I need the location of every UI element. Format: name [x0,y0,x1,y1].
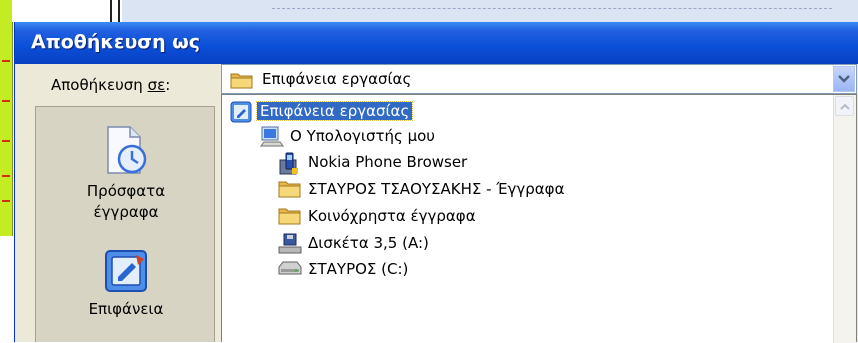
list-item-label: ΣΤΑΥΡΟΣ (C:) [308,260,409,278]
save-in-label-accelerator: σε [147,76,166,94]
place-recent-documents-label-2: έγγραφα [93,203,159,221]
dropdown-button[interactable] [833,66,855,92]
background-toolbar [12,0,122,22]
list-item-label: Επιφάνεια εργασίας [255,101,414,121]
chevron-down-icon [838,75,850,83]
list-item-label: Δισκέτα 3,5 (A:) [308,234,429,252]
scroll-up-button[interactable] [835,96,854,116]
title-bar[interactable]: Αποθήκευση ως [15,22,858,64]
list-item-label: ΣΤΑΥΡΟΣ ΤΣΑΟΥΣΑΚΗΣ - Έγγραφα [308,180,565,198]
save-in-label-suffix: : [165,76,171,94]
place-desktop[interactable]: Επιφάνεια [36,247,216,320]
place-desktop-label: Επιφάνεια [88,300,164,318]
background-ruler [0,0,13,236]
chevron-up-icon [840,103,850,110]
folder-icon [278,206,302,230]
save-in-label-prefix: Αποθήκευση [51,76,148,94]
list-item-label: Nokia Phone Browser [308,153,468,171]
save-as-dialog: Αποθήκευση ως Αποθήκευση σε: Επιφάνεια ε… [14,22,858,343]
recent-documents-icon [107,126,147,174]
folder-icon [230,71,254,93]
places-bar: Πρόσφατα έγγραφα Επιφάνεια [35,106,215,342]
my-computer-icon [260,126,284,152]
save-in-label: Αποθήκευση σε: [51,76,170,94]
hard-drive-icon [278,259,302,283]
phone-browser-icon [278,152,302,180]
desktop-icon [105,250,147,292]
list-item-label: Κοινόχρηστα έγγραφα [308,207,476,225]
dialog-body: Αποθήκευση σε: Επιφάνεια εργασίας Πρόσφα… [15,64,858,343]
floppy-drive-icon [278,233,302,259]
save-in-dropdown-list: Επιφάνεια εργασίας Ο Υπολογιστής μου Nok… [221,94,857,343]
place-recent-documents[interactable]: Πρόσφατα έγγραφα [36,125,216,223]
desktop-icon [230,101,252,127]
folder-icon [278,179,302,203]
list-item-label: Ο Υπολογιστής μου [290,127,435,145]
place-recent-documents-label-1: Πρόσφατα [86,182,166,200]
save-in-selected-value: Επιφάνεια εργασίας [262,70,412,88]
dialog-title: Αποθήκευση ως [31,31,200,53]
background-header [122,0,858,23]
dropdown-scrollbar[interactable] [833,95,856,343]
save-in-combobox[interactable]: Επιφάνεια εργασίας [221,64,857,94]
